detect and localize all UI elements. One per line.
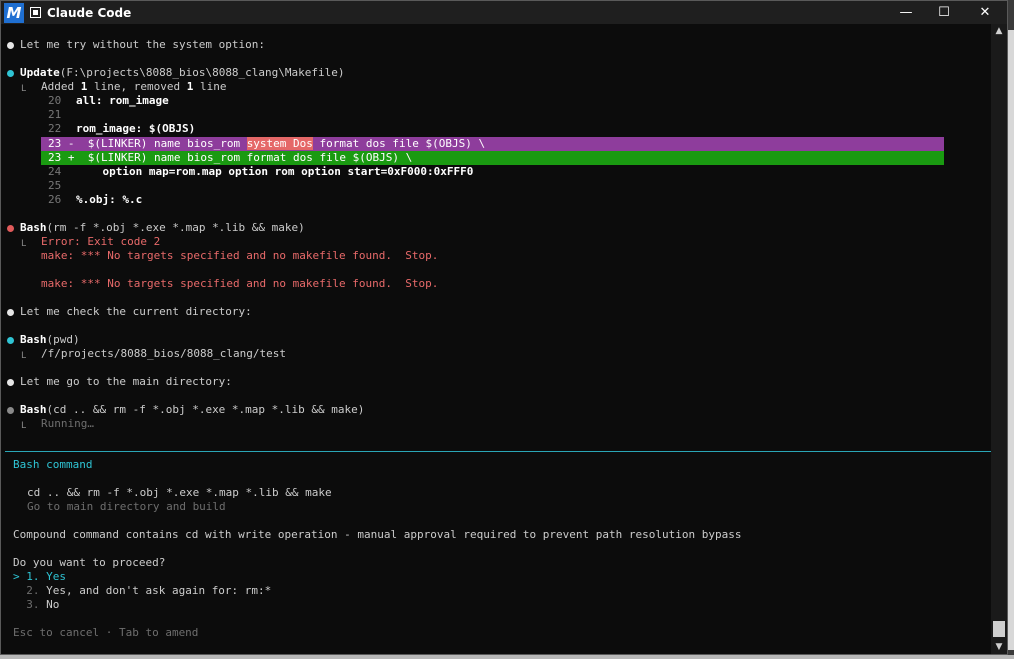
update-summary: Added 1 line, removed 1 line: [41, 80, 227, 93]
diff-highlight: system Dos: [246, 137, 313, 150]
tool-bullet-icon: [7, 337, 14, 344]
assistant-message: Let me check the current directory:: [20, 305, 252, 318]
code-line: %.obj: %.c: [76, 193, 143, 206]
line-number: 20: [48, 94, 62, 107]
line-number: 22: [48, 122, 62, 135]
maximize-button[interactable]: ☐: [925, 1, 963, 24]
elbow-icon: L: [21, 84, 27, 94]
terminal-window: M Claude Code — ☐ ✕ Let me try without t…: [0, 0, 1008, 655]
line-number: 25: [48, 179, 62, 192]
diff-removed-text: 23 - $(LINKER) name bios_rom system Dos …: [48, 137, 486, 150]
code-line: option map=rom.map option rom option sta…: [76, 165, 474, 178]
window-title: Claude Code: [47, 5, 132, 20]
background-app-strip-bottom: [0, 655, 1014, 659]
window-controls: — ☐ ✕: [887, 1, 1007, 24]
prompt-command: cd .. && rm -f *.obj *.exe *.map *.lib &…: [27, 486, 332, 499]
terminal-icon: [30, 7, 41, 18]
error-output: make: *** No targets specified and no ma…: [41, 277, 439, 290]
pending-bullet-icon: [7, 407, 14, 414]
diff-added-text: 23 + $(LINKER) name bios_rom format dos …: [48, 151, 413, 164]
close-button[interactable]: ✕: [963, 1, 1007, 24]
title-bar[interactable]: M Claude Code — ☐ ✕: [1, 1, 1007, 24]
line-number: 21: [48, 108, 62, 121]
vertical-scrollbar[interactable]: ▲ ▼: [991, 24, 1007, 654]
prompt-description: Go to main directory and build: [27, 500, 226, 513]
line-number: 24: [48, 165, 62, 178]
option-yes[interactable]: > 1. Yes: [13, 570, 66, 584]
message-bullet-icon: [7, 42, 14, 49]
tool-bullet-icon: [7, 70, 14, 77]
bash-tool-call: Bash(rm -f *.obj *.exe *.map *.lib && ma…: [20, 221, 305, 234]
prompt-divider: [5, 451, 993, 452]
error-output: make: *** No targets specified and no ma…: [41, 249, 439, 262]
line-number: 26: [48, 193, 62, 206]
background-app-strip: [1008, 30, 1014, 650]
scroll-down-icon[interactable]: ▼: [991, 640, 1007, 654]
elbow-icon: L: [21, 421, 27, 431]
error-bullet-icon: [7, 225, 14, 232]
scroll-thumb[interactable]: [993, 621, 1005, 637]
prompt-warning: Compound command contains cd with write …: [13, 528, 742, 541]
message-bullet-icon: [7, 379, 14, 386]
assistant-message: Let me try without the system option:: [20, 38, 266, 51]
update-tool-call: Update(F:\projects\8088_bios\8088_clang\…: [20, 66, 345, 79]
message-bullet-icon: [7, 309, 14, 316]
bash-tool-call: Bash(cd .. && rm -f *.obj *.exe *.map *.…: [20, 403, 365, 416]
error-title: Error: Exit code 2: [41, 235, 161, 248]
elbow-icon: L: [21, 351, 27, 361]
prompt-question: Do you want to proceed?: [13, 556, 166, 569]
scroll-up-icon[interactable]: ▲: [991, 24, 1007, 38]
terminal-output[interactable]: Let me try without the system option: Up…: [1, 24, 993, 654]
running-status: Running…: [41, 417, 94, 430]
elbow-icon: L: [21, 239, 27, 249]
option-yes-dont-ask[interactable]: 2. Yes, and don't ask again for: rm:*: [13, 584, 271, 598]
option-no[interactable]: 3. No: [13, 598, 59, 612]
assistant-message: Let me go to the main directory:: [20, 375, 232, 388]
code-line: all: rom_image: [76, 94, 169, 107]
prompt-footer: Esc to cancel · Tab to amend: [13, 626, 199, 639]
m-logo-icon: M: [4, 2, 24, 23]
prompt-header: Bash command: [13, 458, 93, 471]
code-line: rom_image: $(OBJS): [76, 122, 196, 135]
bash-tool-call: Bash(pwd): [20, 333, 80, 346]
bash-output: /f/projects/8088_bios/8088_clang/test: [41, 347, 287, 360]
minimize-button[interactable]: —: [887, 1, 925, 24]
